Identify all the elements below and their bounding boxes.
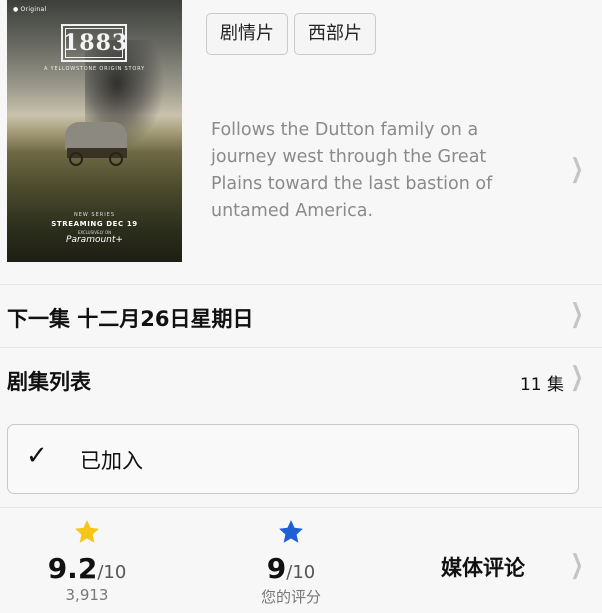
poster-platform: Paramount+ [66,235,123,245]
imdb-score: 9.2/10 [17,552,157,585]
next-episode-row[interactable]: 下一集 十二月26日星期日 ❯ [0,284,602,347]
poster-title: 1883 [61,24,127,62]
added-label: 已加入 [80,449,143,473]
media-reviews-link[interactable]: 媒体评论 [441,552,525,582]
imdb-score-value: 9.2 [47,552,98,585]
episode-count: 11 集 [519,375,564,395]
poster-wagon [65,122,127,150]
genre-tag-western[interactable]: 西部片 [294,13,376,55]
genre-tag-drama[interactable]: 剧情片 [206,13,288,55]
user-score: 9/10 [221,552,361,585]
poster-new-series: NEW SERIES [73,212,116,218]
chevron-right-icon: ❯ [570,362,584,392]
show-poster[interactable]: Original 1883 A YELLOWSTONE ORIGIN STORY… [7,0,182,262]
show-header: Original 1883 A YELLOWSTONE ORIGIN STORY… [0,0,602,284]
user-rating-label: 您的评分 [260,588,321,606]
checkmark-icon: ✓ [26,441,48,471]
episode-list-row[interactable]: 剧集列表 11 集 ❯ [0,347,602,410]
user-score-value: 9 [266,552,287,585]
genre-tags: 剧情片 西部片 [206,13,376,55]
imdb-score-scale: /10 [97,562,127,583]
show-synopsis[interactable]: Follows the Dutton family on a journey w… [211,117,521,225]
poster-brand: Original [13,6,47,13]
next-episode-label: 下一集 十二月26日星期日 [7,307,254,331]
chevron-right-icon[interactable]: ❯ [570,154,583,184]
ratings-bar: 9.2/10 3,913 9/10 您的评分 媒体评论 ❯ [0,507,602,613]
user-score-scale: /10 [286,562,316,583]
chevron-right-icon[interactable]: ❯ [570,550,583,580]
poster-subtitle: A YELLOWSTONE ORIGIN STORY [44,66,145,72]
star-icon [279,520,303,543]
library-section: ✓ 已加入 [0,410,602,507]
poster-wheel [69,152,83,166]
poster-wheel [109,152,123,166]
poster-streaming-date: STREAMING DEC 19 [51,220,138,228]
star-icon [75,520,99,543]
episode-list-label: 剧集列表 [7,370,91,394]
imdb-vote-count: 3,913 [65,586,109,604]
added-to-library-button[interactable]: ✓ 已加入 [7,424,579,494]
chevron-right-icon: ❯ [570,299,584,329]
